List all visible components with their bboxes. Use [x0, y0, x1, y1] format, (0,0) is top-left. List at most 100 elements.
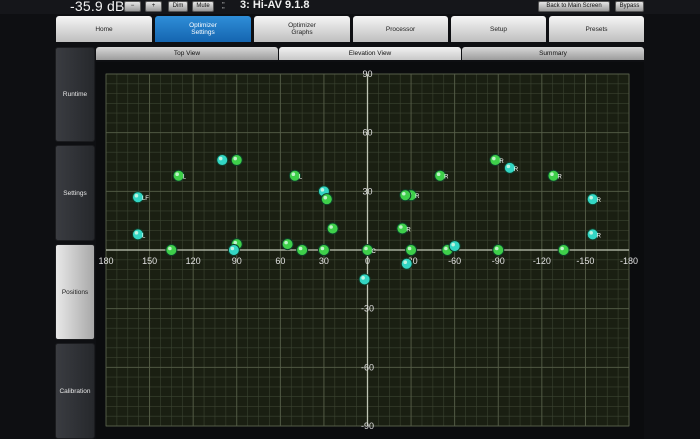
- subtab-top-view[interactable]: Top View: [96, 47, 278, 60]
- speaker-point: [557, 244, 570, 256]
- tab-optimizer-settings[interactable]: Optimizer Settings: [155, 16, 251, 42]
- speaker-label: R: [406, 227, 411, 233]
- speaker-point-highlight: [284, 240, 288, 245]
- speaker-point-highlight: [291, 172, 296, 176]
- dim-button[interactable]: Dim: [168, 1, 188, 12]
- speaker-point-highlight: [403, 260, 408, 264]
- speaker-point-highlight: [494, 246, 499, 251]
- speaker-label: R: [514, 167, 519, 173]
- speaker-point: [317, 244, 330, 256]
- speaker-point: [216, 154, 229, 167]
- x-tick-label: 90: [232, 256, 242, 266]
- speaker-point-highlight: [589, 195, 593, 200]
- volume-readout: -35.9 dB: [70, 0, 125, 14]
- speaker-point-highlight: [401, 191, 406, 196]
- speaker-point: [320, 193, 333, 206]
- bypass-button[interactable]: Bypass: [615, 1, 644, 12]
- x-tick-label: 0: [365, 256, 370, 266]
- speaker-point-highlight: [323, 195, 328, 200]
- speaker-point-highlight: [233, 156, 238, 161]
- speaker-point: [281, 238, 294, 251]
- x-tick-label: 150: [142, 256, 157, 266]
- speaker-point: [296, 244, 309, 256]
- speaker-label: C: [372, 249, 377, 255]
- y-tick-label: -90: [361, 421, 374, 431]
- tab-processor[interactable]: Processor: [353, 16, 448, 42]
- speaker-label: R: [557, 175, 562, 181]
- x-tick-label: -180: [620, 256, 638, 266]
- x-tick-label: 120: [186, 256, 201, 266]
- speaker-point-highlight: [230, 246, 235, 251]
- speaker-point-highlight: [134, 231, 139, 235]
- speaker-point: [165, 244, 178, 256]
- side-tab-settings[interactable]: Settings: [55, 145, 95, 241]
- speaker-point-highlight: [550, 172, 554, 176]
- subtab-elevation-view[interactable]: Elevation View: [279, 47, 461, 60]
- speaker-point-highlight: [506, 164, 511, 169]
- mute-button[interactable]: Mute: [192, 1, 214, 12]
- y-tick-label: 90: [362, 69, 372, 79]
- speaker-label: R: [499, 159, 504, 165]
- side-tabs: Runtime Settings Positions Calibration: [55, 47, 95, 439]
- speaker-label: R: [597, 233, 602, 239]
- speaker-point-highlight: [436, 172, 441, 176]
- speaker-point: [400, 257, 413, 270]
- tab-presets[interactable]: Presets: [549, 16, 644, 42]
- speaker-point: [448, 240, 461, 253]
- elevation-plot[interactable]: 180 150 120 90 60 30 0 -30 -60 -90 -120 -150 -180 90 6…: [96, 62, 644, 439]
- speaker-point-highlight: [560, 246, 564, 251]
- x-tick-label: 180: [98, 256, 113, 266]
- speaker-point-highlight: [492, 156, 496, 161]
- side-tab-calibration[interactable]: Calibration: [55, 343, 95, 439]
- tab-home[interactable]: Home: [56, 16, 152, 42]
- speaker-label: R: [415, 194, 420, 200]
- speaker-point: [399, 189, 412, 202]
- speaker-point: [326, 222, 339, 235]
- y-tick-label: -30: [361, 304, 374, 314]
- x-tick-label: -150: [576, 256, 594, 266]
- speaker-point-highlight: [233, 240, 238, 245]
- speaker-point: [405, 244, 418, 256]
- speaker-point-highlight: [407, 246, 412, 251]
- volume-down-button[interactable]: −: [124, 1, 141, 12]
- speaker-point-highlight: [168, 246, 172, 251]
- speaker-label: LF: [142, 196, 149, 202]
- speaker-label: R: [597, 198, 602, 204]
- preset-name: 3: Hi-AV 9.1.8: [240, 0, 310, 11]
- back-to-main-button[interactable]: Back to Main Screen: [538, 1, 610, 12]
- main-tabs: Home Optimizer Settings Optimizer Graphs…: [56, 16, 644, 42]
- format-indicator-icon: ▪▪ ▪▪: [222, 0, 225, 10]
- speaker-point-highlight: [320, 188, 325, 192]
- y-tick-label: -60: [361, 362, 374, 372]
- x-tick-label: -60: [448, 256, 461, 266]
- speaker-label: R: [444, 175, 449, 181]
- side-tab-positions[interactable]: Positions: [55, 244, 95, 340]
- volume-up-button[interactable]: +: [145, 1, 162, 12]
- speaker-point: [227, 244, 240, 256]
- speaker-point-highlight: [134, 193, 139, 198]
- speaker-point-highlight: [329, 225, 333, 229]
- subtab-summary[interactable]: Summary: [462, 47, 644, 60]
- speaker-point-highlight: [320, 246, 325, 251]
- speaker-point: [492, 244, 505, 256]
- speaker-point-highlight: [361, 276, 365, 280]
- tab-setup[interactable]: Setup: [451, 16, 546, 42]
- elevation-chart: 180 150 120 90 60 30 0 -30 -60 -90 -120 -150 -180 90 6…: [98, 69, 638, 431]
- speaker-point-highlight: [589, 231, 593, 235]
- tab-optimizer-graphs[interactable]: Optimizer Graphs: [254, 16, 350, 42]
- speaker-point-highlight: [175, 172, 179, 176]
- x-tick-label: 60: [275, 256, 285, 266]
- speaker-point: [358, 273, 371, 286]
- speaker-point: [230, 154, 243, 167]
- side-tab-runtime[interactable]: Runtime: [55, 47, 95, 142]
- x-tick-label: 30: [319, 256, 329, 266]
- x-tick-label: -120: [533, 256, 551, 266]
- top-bar: -35.9 dB − + Dim Mute ▪▪ ▪▪ 3: Hi-AV 9.1.…: [0, 0, 700, 14]
- y-tick-label: 30: [362, 186, 372, 196]
- speaker-point-highlight: [399, 225, 403, 229]
- speaker-point-highlight: [444, 246, 448, 251]
- speaker-point-highlight: [218, 156, 223, 161]
- y-tick-label: 60: [362, 128, 372, 138]
- x-tick-label: -90: [492, 256, 505, 266]
- speaker-point-highlight: [451, 242, 455, 247]
